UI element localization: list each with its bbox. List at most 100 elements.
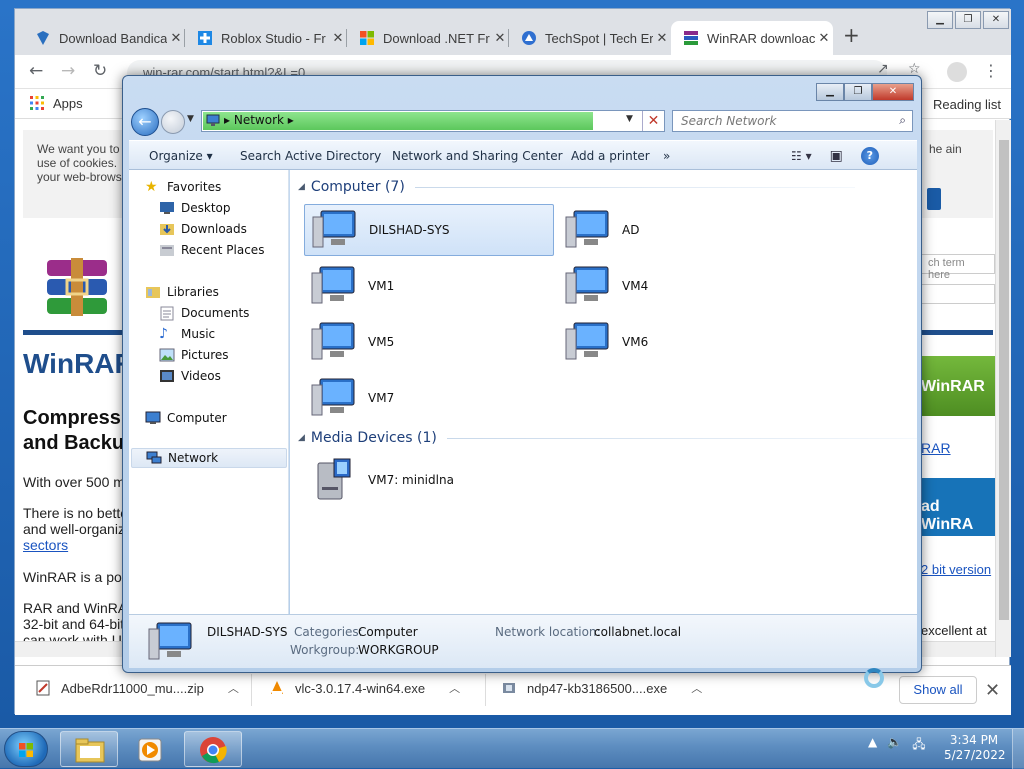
page-scrollbar[interactable] — [995, 120, 1011, 657]
nav-recent-places[interactable]: Recent Places — [159, 240, 264, 260]
computer-item[interactable]: AD — [558, 204, 808, 256]
nav-downloads[interactable]: Downloads — [159, 219, 247, 239]
nav-videos[interactable]: Videos — [159, 366, 221, 386]
pictures-icon — [159, 348, 175, 362]
nav-desktop[interactable]: Desktop — [159, 198, 231, 218]
close-tab-icon[interactable]: ✕ — [815, 31, 833, 46]
close-downloads-icon[interactable]: ✕ — [985, 680, 1000, 701]
nav-computer[interactable]: Computer — [145, 408, 227, 428]
nav-documents[interactable]: Documents — [159, 303, 249, 323]
tab-strip: Download Bandica ✕ Roblox Studio - Fr ✕ … — [15, 9, 1011, 55]
bit-version-link[interactable]: 2 bit version — [921, 562, 991, 577]
computer-icon — [312, 210, 356, 248]
organize-button[interactable]: Organize ▾ — [149, 149, 213, 163]
address-bar[interactable]: ▸ Network ▸ ▼ ✕ — [201, 110, 665, 132]
show-desktop-button[interactable] — [1012, 729, 1024, 769]
forward-button[interactable] — [161, 110, 185, 134]
categories-value: Computer — [358, 625, 418, 639]
change-view-icon[interactable]: ☷ ▾ — [791, 149, 812, 163]
preview-pane-icon[interactable]: ▣ — [830, 148, 843, 164]
nav-music[interactable]: ♪ Music — [159, 324, 215, 344]
search-network-input[interactable]: Search Network ⌕ — [672, 110, 913, 132]
computer-item[interactable]: DILSHAD-SYS — [304, 204, 554, 256]
search-icon[interactable]: ⌕ — [899, 113, 906, 128]
tab-winrar[interactable]: WinRAR downloac ✕ — [671, 21, 833, 55]
close-tab-icon[interactable]: ✕ — [167, 31, 185, 46]
close-icon[interactable]: ✕ — [983, 11, 1009, 29]
computer-item[interactable]: VM7 — [304, 372, 554, 424]
apps-bookmark[interactable]: Apps — [29, 95, 83, 111]
show-hidden-icons-icon[interactable]: ▲ — [868, 735, 877, 756]
network-status-icon[interactable]: 🖧 — [912, 735, 925, 756]
nav-favorites[interactable]: ★ Favorites — [145, 177, 221, 197]
computer-name: VM4 — [622, 279, 649, 293]
tab-techspot[interactable]: TechSpot | Tech Er ✕ — [509, 21, 671, 55]
maximize-icon[interactable]: ❐ — [844, 83, 872, 101]
download-item[interactable]: vlc-3.0.17.4-win64.exe ︿ — [269, 680, 460, 696]
search-active-directory-button[interactable]: Search Active Directory — [240, 149, 381, 163]
network-sharing-center-button[interactable]: Network and Sharing Center — [392, 149, 563, 163]
help-icon[interactable]: ? — [860, 147, 879, 165]
music-icon: ♪ — [159, 326, 168, 342]
group-title: Media Devices (1) — [310, 430, 437, 446]
chevron-up-icon[interactable]: ︿ — [449, 680, 460, 696]
media-device-item[interactable]: VM7: minidlna — [304, 454, 554, 506]
view-buttons: ☷ ▾ ▣ ? — [791, 147, 879, 165]
address-dropdown-icon[interactable]: ▼ — [626, 114, 633, 124]
tab-bandicam[interactable]: Download Bandica ✕ — [23, 21, 185, 55]
group-header-media[interactable]: ◢ Media Devices (1) — [298, 430, 917, 446]
taskbar-media-player[interactable] — [122, 731, 180, 767]
nav-network[interactable]: Network — [131, 448, 287, 468]
reload-icon[interactable]: ↻ — [93, 61, 107, 81]
nav-libraries[interactable]: Libraries — [145, 282, 219, 302]
profile-avatar-icon[interactable] — [947, 62, 967, 82]
group-header-computer[interactable]: ◢ Computer (7) — [298, 179, 855, 195]
add-printer-button[interactable]: Add a printer — [571, 149, 650, 163]
close-tab-icon[interactable]: ✕ — [653, 31, 671, 46]
sectors-link[interactable]: sectors — [23, 537, 68, 553]
taskbar-explorer[interactable] — [60, 731, 118, 767]
cookie-accept-button[interactable] — [927, 188, 941, 210]
start-button[interactable] — [4, 731, 48, 767]
taskbar-clock[interactable]: 3:34 PM 5/27/2022 — [944, 733, 1006, 763]
computer-item[interactable]: VM5 — [304, 316, 554, 368]
minimize-icon[interactable]: ▁ — [927, 11, 953, 29]
green-download-button[interactable]: WinRAR — [921, 356, 995, 416]
close-icon[interactable]: ✕ — [872, 83, 914, 101]
new-tab-icon[interactable]: + — [843, 23, 860, 47]
back-button[interactable]: ← — [131, 108, 159, 136]
network-icon — [146, 451, 162, 464]
download-item[interactable]: AdbeRdr11000_mu....zip ︿ — [35, 680, 239, 696]
computer-item[interactable]: VM4 — [558, 260, 808, 312]
nav-pictures[interactable]: Pictures — [159, 345, 229, 365]
computer-item[interactable]: VM1 — [304, 260, 554, 312]
history-dropdown-icon[interactable]: ▼ — [187, 114, 194, 124]
forward-arrow-icon[interactable]: → — [61, 61, 75, 81]
address-network[interactable]: Network — [234, 113, 284, 127]
site-select[interactable] — [921, 284, 995, 304]
minimize-icon[interactable]: ▁ — [816, 83, 844, 101]
back-arrow-icon[interactable]: ← — [29, 61, 43, 81]
tab-roblox[interactable]: Roblox Studio - Fr ✕ — [185, 21, 347, 55]
rar-link[interactable]: RAR — [921, 440, 951, 456]
volume-icon[interactable]: 🔈 — [887, 735, 902, 756]
chevron-up-icon[interactable]: ︿ — [228, 680, 239, 696]
nav-label: Videos — [181, 369, 221, 383]
scrollbar-thumb[interactable] — [999, 140, 1009, 620]
site-search-input[interactable]: ch term here — [921, 254, 995, 281]
more-commands-button[interactable]: » — [663, 149, 670, 163]
tab-dotnet[interactable]: Download .NET Fr ✕ — [347, 21, 509, 55]
blue-download-button[interactable]: ad WinRA — [921, 478, 995, 536]
taskbar-chrome[interactable] — [184, 731, 242, 767]
computer-item[interactable]: VM6 — [558, 316, 808, 368]
menu-dots-icon[interactable]: ⋮ — [983, 61, 999, 80]
close-tab-icon[interactable]: ✕ — [329, 31, 347, 46]
download-item[interactable]: ndp47-kb3186500....exe ︿ — [501, 680, 702, 696]
show-all-button[interactable]: Show all — [899, 676, 977, 704]
restore-icon[interactable]: ❐ — [955, 11, 981, 29]
reading-list-link[interactable]: Reading list — [933, 97, 1001, 112]
stop-icon[interactable]: ✕ — [642, 111, 664, 131]
chevron-up-icon[interactable]: ︿ — [691, 680, 702, 696]
close-tab-icon[interactable]: ✕ — [491, 31, 509, 46]
recent-places-icon — [160, 245, 174, 256]
